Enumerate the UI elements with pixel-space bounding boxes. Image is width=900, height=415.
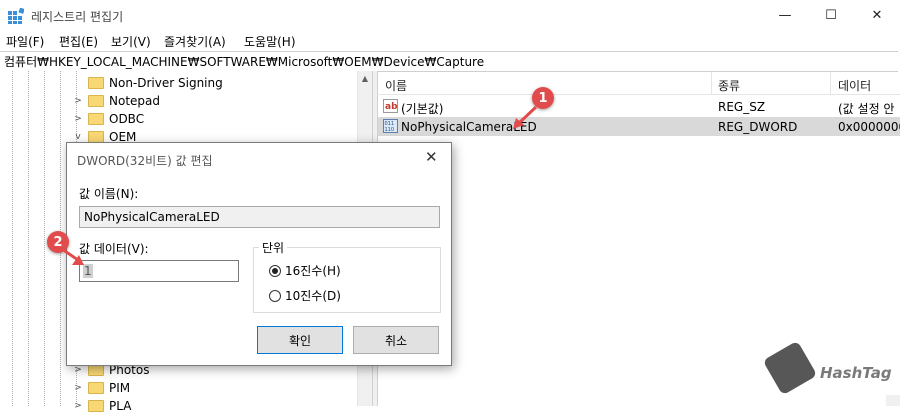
tree-item-label: PIM xyxy=(109,381,131,395)
radio-hex-label: 16진수(H) xyxy=(285,264,341,278)
column-header-type[interactable]: 종류 xyxy=(718,77,740,94)
annotation-arrow-icon xyxy=(61,247,84,265)
value-data-input[interactable]: 1 xyxy=(79,260,239,282)
tree-guide-line xyxy=(28,71,29,406)
ok-button[interactable]: 확인 xyxy=(257,326,343,354)
chevron-right-icon[interactable]: > xyxy=(72,114,84,124)
menu-favorites[interactable]: 즐겨찾기(A) xyxy=(164,33,226,50)
dword-value-icon: 011 110 xyxy=(383,119,398,133)
folder-icon xyxy=(88,400,104,412)
radio-selected-icon xyxy=(269,264,281,277)
tree-item[interactable]: > PLA xyxy=(72,397,149,415)
dword-edit-dialog: DWORD(32비트) 값 편집 ✕ 값 이름(N): NoPhysicalCa… xyxy=(66,142,452,366)
folder-icon xyxy=(88,113,104,125)
maximize-icon: ☐ xyxy=(825,8,837,23)
value-name-text: NoPhysicalCameraLED xyxy=(84,210,220,224)
tree-item-label: Non-Driver Signing xyxy=(109,76,223,90)
minimize-button[interactable]: — xyxy=(762,0,808,31)
chevron-right-icon[interactable]: > xyxy=(72,365,84,375)
value-type: REG_DWORD xyxy=(718,120,798,134)
radio-hex[interactable]: 16진수(H) xyxy=(269,262,341,279)
tree-guide-line xyxy=(44,71,45,406)
minimize-icon: — xyxy=(778,8,792,23)
close-button[interactable]: ✕ xyxy=(854,0,900,31)
chevron-right-icon[interactable]: > xyxy=(72,383,84,393)
base-label: 단위 xyxy=(259,239,288,256)
list-row[interactable] xyxy=(378,97,900,116)
chevron-down-icon[interactable]: v xyxy=(72,132,84,142)
watermark-logo xyxy=(762,340,818,396)
value-name: (기본값) xyxy=(401,102,444,116)
address-path[interactable]: 컴퓨터₩HKEY_LOCAL_MACHINE₩SOFTWARE₩Microsof… xyxy=(4,53,484,70)
dialog-title: DWORD(32비트) 값 편집 xyxy=(77,154,213,168)
svg-text:ab: ab xyxy=(385,102,398,112)
svg-text:110: 110 xyxy=(385,127,395,133)
chevron-right-icon[interactable]: > xyxy=(72,96,84,106)
column-separator[interactable] xyxy=(830,72,831,94)
tree-item-label: PLA xyxy=(109,399,132,413)
tree-item[interactable]: Non-Driver Signing xyxy=(72,74,223,92)
maximize-button[interactable]: ☐ xyxy=(808,0,854,31)
list-header xyxy=(377,72,900,95)
tree-item[interactable]: > ODBC xyxy=(72,110,223,128)
tree-item-label: Notepad xyxy=(109,94,160,108)
value-type: REG_SZ xyxy=(718,100,766,114)
list-scrollbar-corner xyxy=(886,395,900,406)
watermark-text: HashTag xyxy=(820,364,892,382)
tree-item-label: ODBC xyxy=(109,112,145,126)
string-value-icon: ab xyxy=(383,99,398,113)
menu-help[interactable]: 도움말(H) xyxy=(244,33,296,50)
value-data-label: 값 데이터(V): xyxy=(79,242,149,256)
column-separator[interactable] xyxy=(711,72,712,94)
registry-app-icon xyxy=(8,7,25,24)
scroll-up-icon[interactable]: ▲ xyxy=(358,74,372,83)
menu-edit[interactable]: 편집(E) xyxy=(59,33,98,50)
tree-guide-line xyxy=(12,71,13,406)
menu-view[interactable]: 보기(V) xyxy=(111,33,151,50)
dialog-close-icon[interactable]: ✕ xyxy=(425,148,438,166)
value-name-label: 값 이름(N): xyxy=(79,187,139,201)
value-data: (값 설정 안 xyxy=(838,102,895,116)
window-title: 레지스트리 편집기 xyxy=(31,10,124,24)
radio-decimal[interactable]: 10진수(D) xyxy=(269,287,341,304)
folder-icon xyxy=(88,77,104,89)
folder-icon xyxy=(88,95,104,107)
annotation-arrow-icon xyxy=(513,105,538,129)
value-name-field: NoPhysicalCameraLED xyxy=(79,206,440,228)
folder-icon xyxy=(88,382,104,394)
close-icon: ✕ xyxy=(871,8,883,23)
radio-unselected-icon xyxy=(269,289,281,302)
column-header-name[interactable]: 이름 xyxy=(385,77,407,94)
column-header-data[interactable]: 데이터 xyxy=(838,77,871,94)
menu-file[interactable]: 파일(F) xyxy=(6,33,44,50)
tree-item[interactable]: > PIM xyxy=(72,379,149,397)
chevron-right-icon[interactable]: > xyxy=(72,401,84,411)
cancel-button[interactable]: 취소 xyxy=(353,326,439,354)
value-data: 0x0000000 xyxy=(838,120,900,134)
radio-dec-label: 10진수(D) xyxy=(285,289,341,303)
tree-item[interactable]: > Notepad xyxy=(72,92,223,110)
